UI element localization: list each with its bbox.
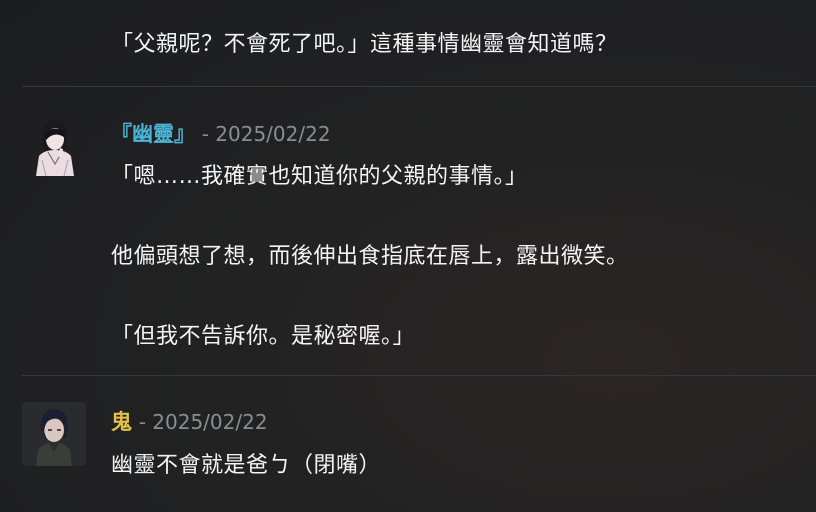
message-text-line: 「父親呢？不會死了吧。」這種事情幽靈會知道嗎？ xyxy=(111,32,618,57)
message-date: 2025/02/22 xyxy=(152,410,268,434)
message-date: 2025/02/22 xyxy=(215,122,331,146)
date-separator: - xyxy=(201,122,216,146)
oni-avatar[interactable] xyxy=(22,402,86,466)
message-divider xyxy=(22,375,816,376)
date-separator: - xyxy=(138,410,153,434)
oni-character-avatar-icon xyxy=(22,402,86,466)
ghost-character-avatar-icon xyxy=(22,112,86,176)
chat-log: 「父親呢？不會死了吧。」這種事情幽靈會知道嗎？ 『幽靈』 - 2025/02/2… xyxy=(0,0,816,512)
message-divider xyxy=(22,86,816,87)
message-header: 鬼 - 2025/02/22 xyxy=(111,406,268,436)
message-text-line: 「嗯……我確實也知道你的父親的事情。」 xyxy=(111,164,528,189)
author-name[interactable]: 鬼 xyxy=(111,410,132,434)
message-header: 『幽靈』 - 2025/02/22 xyxy=(111,118,331,148)
message-text-line: 幽靈不會就是爸ㄅ（閉嘴） xyxy=(111,453,382,478)
ghost-avatar[interactable] xyxy=(22,112,86,176)
author-name[interactable]: 『幽靈』 xyxy=(111,122,195,146)
message-text-line: 他偏頭想了想，而後伸出食指底在唇上，露出微笑。 xyxy=(111,244,629,269)
message-text-line: 「但我不告訴你。是秘密喔。」 xyxy=(111,324,416,349)
